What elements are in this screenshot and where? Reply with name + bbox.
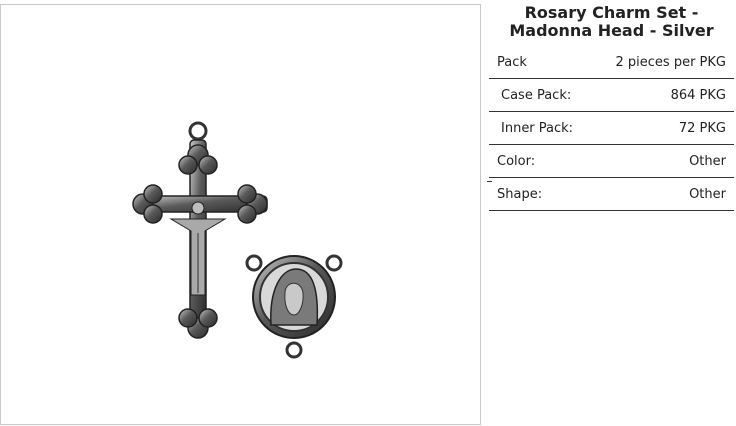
spec-label: Inner Pack: [501,120,574,136]
spec-value: 72 PKG [678,120,726,136]
madonna-charm [245,254,343,359]
spec-value: Other [689,153,726,169]
spec-row-pack: Pack 2 pieces per PKG [489,46,734,79]
spec-label: Color: [497,153,536,169]
crucifix-charm [132,121,268,339]
product-image [132,121,343,359]
spec-value: Other [689,186,726,202]
spec-label: Pack [497,54,527,70]
spec-value: 2 pieces per PKG [615,54,726,70]
spec-value: 864 PKG [670,87,726,103]
spec-label: Case Pack: [501,87,572,103]
spec-row-color: Color: Other [489,145,734,178]
spec-row-shape: Shape: Other [489,178,734,211]
spec-label: Shape: [497,186,543,202]
product-details: Rosary Charm Set - Madonna Head - Silver… [489,0,734,211]
product-image-frame [0,4,481,425]
spec-row-case-pack: Case Pack: 864 PKG [489,79,734,112]
spec-row-inner-pack: Inner Pack: 72 PKG [489,112,734,145]
product-title: Rosary Charm Set - Madonna Head - Silver [509,3,714,40]
